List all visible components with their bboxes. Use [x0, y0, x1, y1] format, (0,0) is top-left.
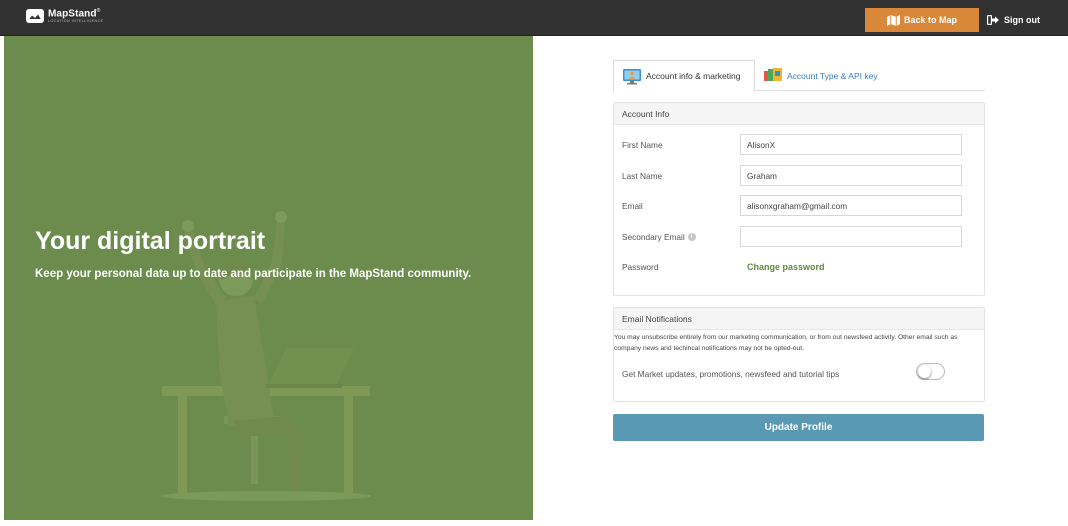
info-icon[interactable]: i — [687, 233, 696, 241]
back-to-map-button[interactable]: Back to Map — [865, 8, 979, 32]
email-notifications-panel: Email Notifications You may unsubscribe … — [613, 307, 985, 402]
top-navigation-bar: MapStand® LOCATION INTELLIGENCE Back to … — [0, 0, 1068, 36]
first-name-label: First Name — [622, 140, 663, 150]
secondary-email-input[interactable] — [740, 226, 962, 247]
tab-account-info-marketing[interactable]: Account info & marketing — [613, 60, 755, 92]
email-label: Email — [622, 201, 643, 211]
sign-out-label: Sign out — [1004, 15, 1040, 25]
email-notifications-description: You may unsubscribe entirely from our ma… — [614, 334, 958, 352]
hero-title: Your digital portrait — [35, 227, 266, 255]
account-info-panel: Account Info First Name AlisonX Last Nam… — [613, 102, 985, 296]
toggle-knob — [918, 365, 931, 378]
update-profile-button[interactable]: Update Profile — [613, 414, 984, 441]
marketing-updates-toggle[interactable] — [916, 363, 945, 380]
email-input[interactable]: alisonxgraham@gmail.com — [740, 195, 962, 216]
hero-banner: Your digital portrait Keep your personal… — [4, 36, 533, 520]
brand-tagline: LOCATION INTELLIGENCE — [48, 19, 104, 24]
marketing-updates-label: Get Market updates, promotions, newsfeed… — [622, 369, 840, 379]
change-password-link[interactable]: Change password — [747, 262, 825, 272]
map-icon — [887, 14, 900, 26]
last-name-label: Last Name — [622, 171, 663, 181]
brand-name-text: MapStand — [48, 8, 97, 20]
secondary-email-label: Secondary Email — [622, 232, 685, 242]
account-info-heading: Account Info — [614, 103, 984, 125]
tab-account-type-label: Account Type & API key — [787, 70, 878, 81]
brand-name: MapStand® — [48, 8, 101, 20]
first-name-input[interactable]: AlisonX — [740, 134, 962, 155]
email-notifications-heading: Email Notifications — [614, 308, 984, 330]
secondary-email-label-row: Secondary Email i — [622, 232, 696, 242]
brand-text: MapStand® LOCATION INTELLIGENCE — [48, 9, 104, 24]
tab-account-info-label: Account info & marketing — [646, 71, 741, 81]
tab-account-type-api[interactable]: Account Type & API key — [763, 60, 878, 91]
hero-subtitle: Keep your personal data up to date and p… — [35, 268, 472, 280]
monitor-user-icon — [623, 68, 641, 84]
cards-icon — [764, 68, 782, 81]
sign-out-button[interactable]: Sign out — [987, 8, 1040, 32]
password-label: Password — [622, 262, 659, 272]
mapstand-logo-icon — [26, 9, 44, 24]
brand-logo[interactable]: MapStand® LOCATION INTELLIGENCE — [26, 9, 104, 24]
last-name-input[interactable]: Graham — [740, 165, 962, 186]
profile-tabs: Account info & marketing Account Type & … — [613, 60, 985, 92]
sign-out-icon — [987, 15, 999, 25]
back-to-map-label: Back to Map — [903, 15, 957, 25]
